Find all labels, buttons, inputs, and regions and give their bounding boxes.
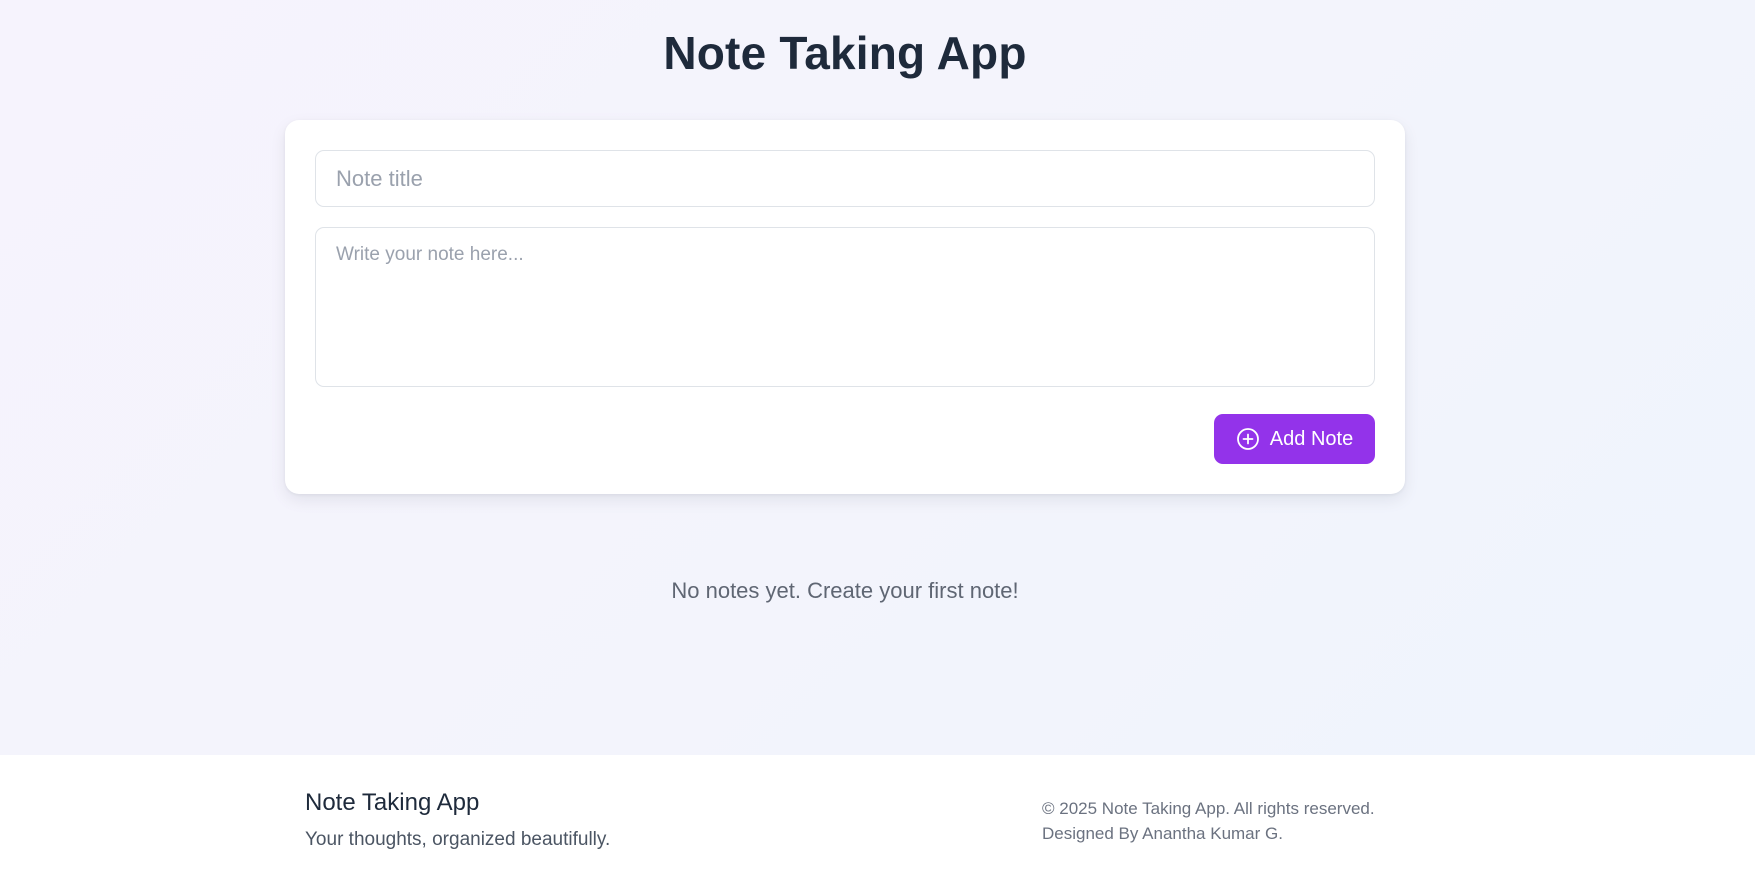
footer-credit: Designed By Anantha Kumar G. [1042,824,1283,843]
main-area: Note Taking App Add Note No notes yet. C… [0,0,1755,755]
page-title: Note Taking App [663,27,1027,79]
footer-tagline: Your thoughts, organized beautifully. [305,829,611,850]
note-body-textarea[interactable] [315,227,1375,387]
footer-brand: Note Taking App [305,789,480,816]
footer-copyright: © 2025 Note Taking App. All rights reser… [1042,799,1375,818]
plus-circle-icon [1236,427,1260,451]
footer: Note Taking App Your thoughts, organized… [0,755,1755,885]
empty-notes-message: No notes yet. Create your first note! [671,578,1019,603]
add-note-label: Add Note [1269,427,1354,450]
add-note-button[interactable]: Add Note [1214,414,1375,464]
note-title-input[interactable] [315,150,1375,207]
note-form-card: Add Note [285,120,1405,494]
